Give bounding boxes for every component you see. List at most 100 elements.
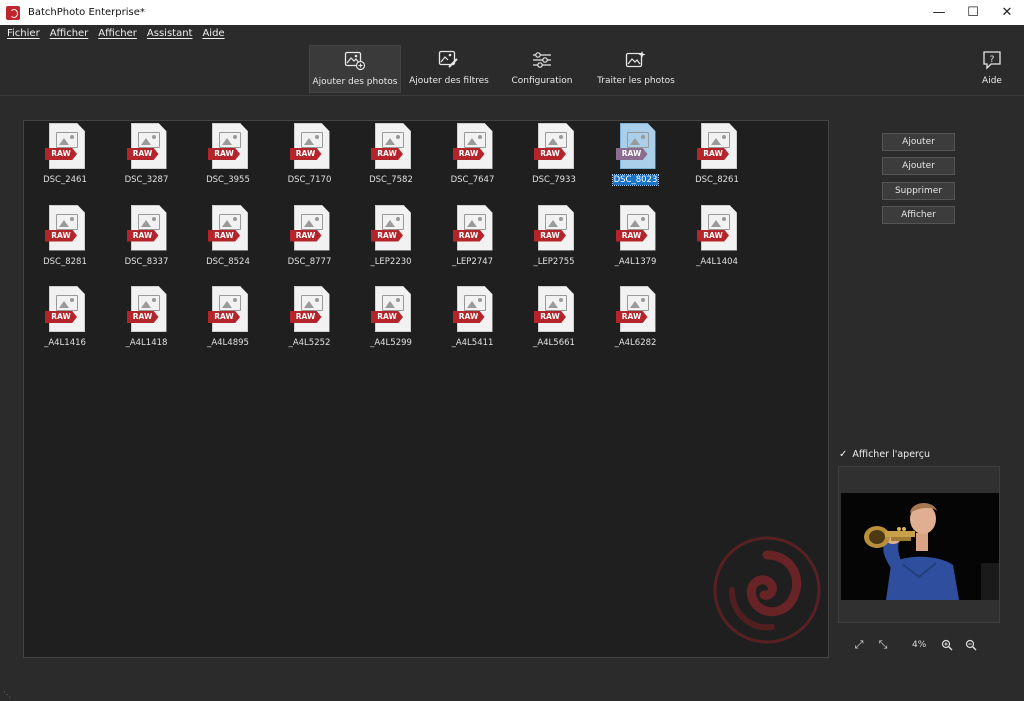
file-name: DSC_8524 [206,256,250,267]
image-placeholder-icon [219,213,241,230]
file-item[interactable]: RAW DSC_7647 [438,121,508,191]
file-item[interactable]: RAW DSC_2461 [30,121,100,191]
add-folder-button[interactable]: Ajouter [882,157,955,175]
image-placeholder-icon [300,295,323,311]
file-item[interactable]: RAW _A4L5252 [275,284,345,354]
file-page [130,204,167,251]
zoom-out-icon[interactable] [962,636,980,654]
close-icon[interactable]: ✕ [990,0,1024,25]
file-item[interactable]: RAW _LEP2747 [438,203,508,273]
file-page [375,286,411,332]
process-photos-button[interactable]: Traiter les photos [592,45,680,93]
raw-file-icon: RAW [615,204,656,253]
file-page [456,204,493,251]
menu-fichier[interactable]: Fichier [7,28,40,39]
file-item[interactable]: RAW _LEP2230 [356,203,426,273]
file-page [701,123,737,169]
fit-to-window-icon[interactable]: ⤢ [850,636,868,654]
add-filters-button[interactable]: Ajouter des filtres [404,45,494,93]
raw-file-icon: RAW [289,286,330,334]
add-photos-button[interactable]: Ajouter des photos [309,45,401,93]
raw-file-icon: RAW [289,204,330,253]
resize-grip-icon[interactable]: ⋱ [3,690,11,699]
file-page [212,286,248,332]
file-name: _LEP2230 [370,256,412,267]
file-item[interactable]: RAW DSC_8281 [30,203,100,273]
help-icon: ? [983,51,1001,70]
raw-badge: RAW [126,148,159,160]
file-item[interactable]: RAW _A4L1416 [30,284,100,354]
raw-badge: RAW [289,311,322,323]
file-name: _LEP2755 [533,256,575,267]
remove-button[interactable]: Supprimer [882,182,955,200]
image-placeholder-icon [137,213,160,230]
file-item[interactable]: RAW _A4L5299 [356,284,426,354]
add-button[interactable]: Ajouter [882,133,955,151]
zoom-in-icon[interactable] [938,636,956,654]
configuration-button[interactable]: Configuration [503,45,581,93]
checkmark-icon: ✓ [839,449,848,460]
file-page [538,204,574,251]
raw-badge: RAW [697,148,729,160]
image-placeholder-icon [708,213,730,230]
configuration-label: Configuration [511,76,573,86]
file-item[interactable]: RAW DSC_7933 [519,121,589,191]
image-placeholder-icon [56,213,78,230]
file-item[interactable]: RAW _LEP2755 [519,203,589,273]
raw-file-icon: RAW [126,123,167,171]
image-placeholder-icon [545,132,567,148]
file-item[interactable]: RAW DSC_8524 [193,203,263,273]
file-page [130,286,167,332]
menu-afficher-2[interactable]: Afficher [98,28,137,39]
file-page [212,123,248,169]
process-photo-icon [625,51,646,68]
raw-badge: RAW [452,148,485,160]
menu-assistant[interactable]: Assistant [147,28,193,39]
file-item[interactable]: RAW DSC_7170 [275,121,345,191]
image-placeholder-icon [626,132,649,148]
file-item[interactable]: RAW DSC_8777 [275,203,345,273]
raw-badge: RAW [371,148,403,160]
preview-checkbox[interactable]: ✓ Afficher l'aperçu [839,449,930,460]
toolbar: Ajouter des photos Ajouter des filtres C… [0,42,1024,96]
process-photos-label: Traiter les photos [597,76,675,86]
svg-text:?: ? [990,55,995,65]
add-photo-icon [344,51,366,71]
file-item[interactable]: RAW DSC_8261 [682,121,752,191]
photo-grid[interactable]: RAW DSC_2461 RAW DSC_3287 RAW DSC_3955 RAW DSC_… [23,120,829,658]
maximize-icon[interactable]: ☐ [956,0,990,25]
raw-file-icon: RAW [452,286,493,334]
edit-photo-icon [438,50,458,68]
file-item[interactable]: RAW DSC_8023 [601,121,671,191]
view-button[interactable]: Afficher [882,206,955,224]
minimize-icon[interactable]: — [922,0,956,25]
file-item[interactable]: RAW DSC_7582 [356,121,426,191]
file-item[interactable]: RAW _A4L5411 [438,284,508,354]
file-item[interactable]: RAW DSC_8337 [112,203,182,273]
file-item[interactable]: RAW _A4L6282 [601,284,671,354]
file-item[interactable]: RAW DSC_3287 [112,121,182,191]
image-placeholder-icon [219,132,241,148]
window-title: BatchPhoto Enterprise* [28,7,145,18]
menu-afficher[interactable]: Afficher [50,28,89,39]
file-page [538,123,574,169]
file-item[interactable]: RAW _A4L4895 [193,284,263,354]
help-button[interactable]: ? Aide [970,45,1014,93]
file-page [375,204,411,251]
image-placeholder-icon [626,295,649,311]
file-item[interactable]: RAW _A4L1379 [601,203,671,273]
raw-file-icon: RAW [371,204,411,253]
menu-aide[interactable]: Aide [202,28,224,39]
file-page [212,204,248,251]
file-item[interactable]: RAW DSC_3955 [193,121,263,191]
file-name: _A4L4895 [207,338,249,348]
file-item[interactable]: RAW _A4L1418 [112,284,182,354]
file-name: _A4L6282 [614,338,657,348]
actual-size-icon[interactable]: ⤡ [874,636,892,654]
file-item[interactable]: RAW _A4L1404 [682,203,752,273]
image-placeholder-icon [545,213,567,230]
file-item[interactable]: RAW _A4L5661 [519,284,589,354]
file-page [375,123,411,169]
file-page [49,123,85,169]
image-placeholder-icon [545,295,567,311]
